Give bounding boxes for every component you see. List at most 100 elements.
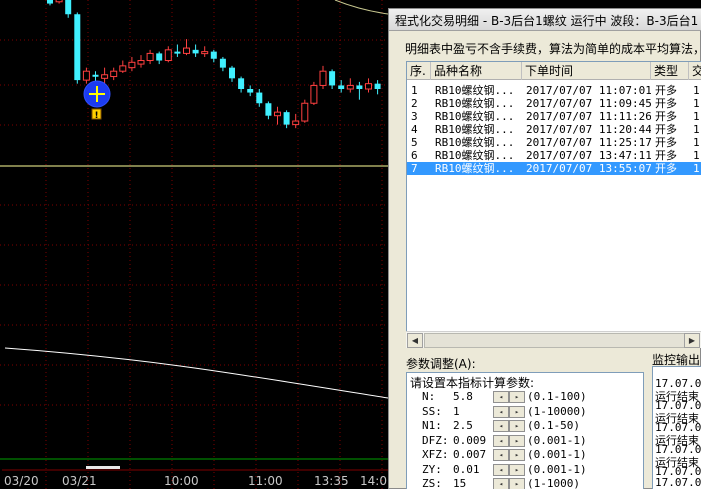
table-cell: RB10螺纹钢...	[435, 97, 515, 110]
table-cell: 1	[693, 123, 700, 136]
candle-body	[329, 71, 336, 86]
decrement-button[interactable]: ◂	[493, 449, 509, 461]
table-cell: 2017/07/07 13:47:11	[526, 149, 651, 162]
decrement-button[interactable]: ◂	[493, 434, 509, 447]
table-cell: 开多	[655, 149, 677, 162]
param-row: N: 5.8 ◂ ▸ (0.1-100)	[407, 390, 643, 405]
candle-body	[256, 92, 263, 104]
candle-body	[238, 78, 245, 89]
table-cell: RB10螺纹钢...	[435, 136, 515, 149]
table-cell: 5	[411, 136, 418, 149]
candle-body	[119, 65, 127, 72]
candle-body	[283, 112, 290, 125]
table-cell: 1	[693, 84, 700, 97]
table-cell: 1	[693, 162, 700, 175]
decrement-button[interactable]: ◂	[493, 420, 509, 432]
table-cell: RB10螺纹钢...	[435, 110, 515, 123]
table-row[interactable]: 6 RB10螺纹钢... 2017/07/07 13:47:11 开多 1	[407, 149, 701, 162]
candle-body	[164, 49, 172, 62]
increment-button[interactable]: ▸	[509, 391, 525, 403]
x-axis-label: 03/20	[4, 474, 39, 488]
table-cell: RB10螺纹钢...	[435, 123, 515, 136]
column-header[interactable]: 品种名称	[431, 62, 522, 80]
decrement-button[interactable]: ◂	[493, 478, 509, 489]
candle-body	[55, 0, 63, 3]
table-cell: RB10螺纹钢...	[435, 162, 515, 175]
table-cell: 2017/07/07 11:07:01	[526, 84, 651, 97]
candle-body	[310, 84, 318, 104]
param-value-input[interactable]: 0.01	[453, 463, 493, 476]
param-row: XFZ: 0.007 ◂ ▸ (0.001-1)	[407, 448, 643, 463]
candle-body	[201, 51, 209, 55]
table-row[interactable]: 2 RB10螺纹钢... 2017/07/07 11:09:45 开多 1	[407, 97, 701, 110]
candle-body	[128, 61, 136, 69]
candle-body	[210, 51, 217, 59]
param-value-input[interactable]: 1	[453, 405, 493, 418]
table-cell: 1	[693, 97, 700, 110]
table-cell: 1	[693, 149, 700, 162]
table-cell: 开多	[655, 110, 677, 123]
candle-body	[338, 85, 345, 89]
param-row: N1: 2.5 ◂ ▸ (0.1-50)	[407, 419, 643, 434]
info-note: 明细表中盈亏不含手续费，算法为简单的成本平均算法，	[405, 42, 701, 56]
param-name: N:	[422, 390, 436, 403]
table-cell: 7	[411, 162, 418, 175]
param-value-input[interactable]: 0.009	[453, 434, 493, 447]
horizontal-scrollbar[interactable]: ◀ ▶	[406, 331, 701, 348]
column-header[interactable]: 类型	[651, 62, 689, 80]
candle-body	[229, 67, 235, 79]
trade-detail-window: 程式化交易明细 - B-3后台1螺纹 运行中 波段：B-3后台1 明细表中盈亏不…	[388, 8, 701, 489]
decrement-button[interactable]: ◂	[493, 391, 509, 403]
candle-body	[274, 111, 281, 117]
increment-button[interactable]: ▸	[509, 478, 525, 489]
table-cell: 2017/07/07 11:11:26	[526, 110, 651, 123]
table-cell: 2017/07/07 13:55:07	[526, 162, 651, 175]
list-header: 序.品种名称下单时间类型交	[407, 62, 701, 80]
trade-list[interactable]: 序.品种名称下单时间类型交 1 RB10螺纹钢... 2017/07/07 11:0…	[406, 61, 701, 348]
column-header[interactable]: 下单时间	[522, 62, 651, 80]
increment-button[interactable]: ▸	[509, 463, 525, 476]
table-cell: 开多	[655, 136, 677, 149]
indicator-line	[4, 347, 389, 399]
candle-body	[356, 85, 363, 89]
increment-button[interactable]: ▸	[509, 420, 525, 432]
x-axis-label: 14:0	[360, 474, 387, 488]
table-cell: 1	[693, 110, 700, 123]
candle-body	[219, 58, 226, 68]
param-value-input[interactable]: 15	[453, 477, 493, 489]
monitor-output[interactable]: 17.07.07运行结束17.07.07运行结束17.07.07运行结束17.0…	[652, 366, 701, 489]
param-value-input[interactable]: 0.007	[453, 448, 493, 461]
scroll-right-button[interactable]: ▶	[684, 333, 700, 348]
table-row[interactable]: 1 RB10螺纹钢... 2017/07/07 11:07:01 开多 1	[407, 84, 701, 97]
candle-body	[146, 52, 154, 62]
candle-body	[174, 51, 181, 54]
candle-body	[346, 84, 354, 90]
table-cell: RB10螺纹钢...	[435, 84, 515, 97]
table-cell: 4	[411, 123, 418, 136]
title-bar[interactable]: 程式化交易明细 - B-3后台1螺纹 运行中 波段：B-3后台1	[389, 9, 701, 31]
table-row[interactable]: 7 RB10螺纹钢... 2017/07/07 13:55:07 开多 1	[407, 162, 701, 175]
table-cell: 2017/07/07 11:09:45	[526, 97, 651, 110]
decrement-button[interactable]: ◂	[493, 405, 509, 418]
decrement-button[interactable]: ◂	[493, 463, 509, 476]
increment-button[interactable]: ▸	[509, 434, 525, 447]
candle-body	[156, 53, 163, 61]
column-header[interactable]: 序.	[407, 62, 431, 80]
param-name: N1:	[422, 419, 442, 432]
table-cell: 开多	[655, 123, 677, 136]
table-row[interactable]: 5 RB10螺纹钢... 2017/07/07 11:25:17 开多 1	[407, 136, 701, 149]
table-cell: 2017/07/07 11:25:17	[526, 136, 651, 149]
scroll-left-button[interactable]: ◀	[407, 333, 423, 348]
x-axis-label: 11:00	[248, 474, 283, 488]
param-value-input[interactable]: 5.8	[453, 390, 493, 403]
increment-button[interactable]: ▸	[509, 449, 525, 461]
candle-body	[247, 89, 254, 93]
table-row[interactable]: 4 RB10螺纹钢... 2017/07/07 11:20:44 开多 1	[407, 123, 701, 136]
scroll-thumb[interactable]	[424, 333, 694, 348]
column-header[interactable]: 交	[689, 62, 701, 80]
increment-button[interactable]: ▸	[509, 405, 525, 418]
param-value-input[interactable]: 2.5	[453, 419, 493, 432]
table-row[interactable]: 3 RB10螺纹钢... 2017/07/07 11:11:26 开多 1	[407, 110, 701, 123]
table-cell: 2	[411, 97, 418, 110]
table-cell: 1	[411, 84, 418, 97]
